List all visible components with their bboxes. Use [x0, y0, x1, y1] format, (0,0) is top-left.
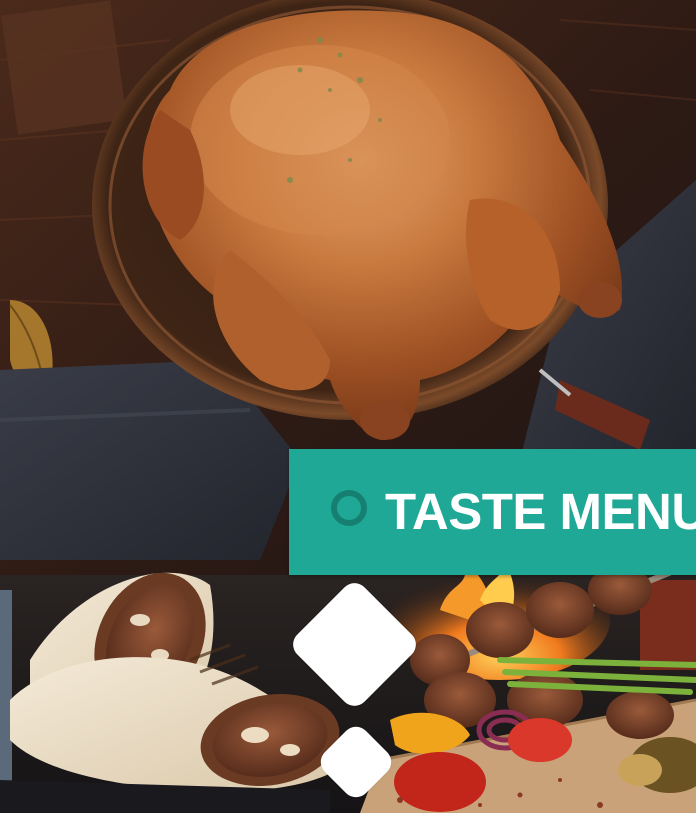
- banner-title: TASTE MENU: [385, 483, 696, 540]
- ring-icon: [331, 490, 367, 526]
- menu-poster: TASTE MENU: [0, 0, 696, 813]
- taste-menu-banner: TASTE MENU: [289, 449, 696, 575]
